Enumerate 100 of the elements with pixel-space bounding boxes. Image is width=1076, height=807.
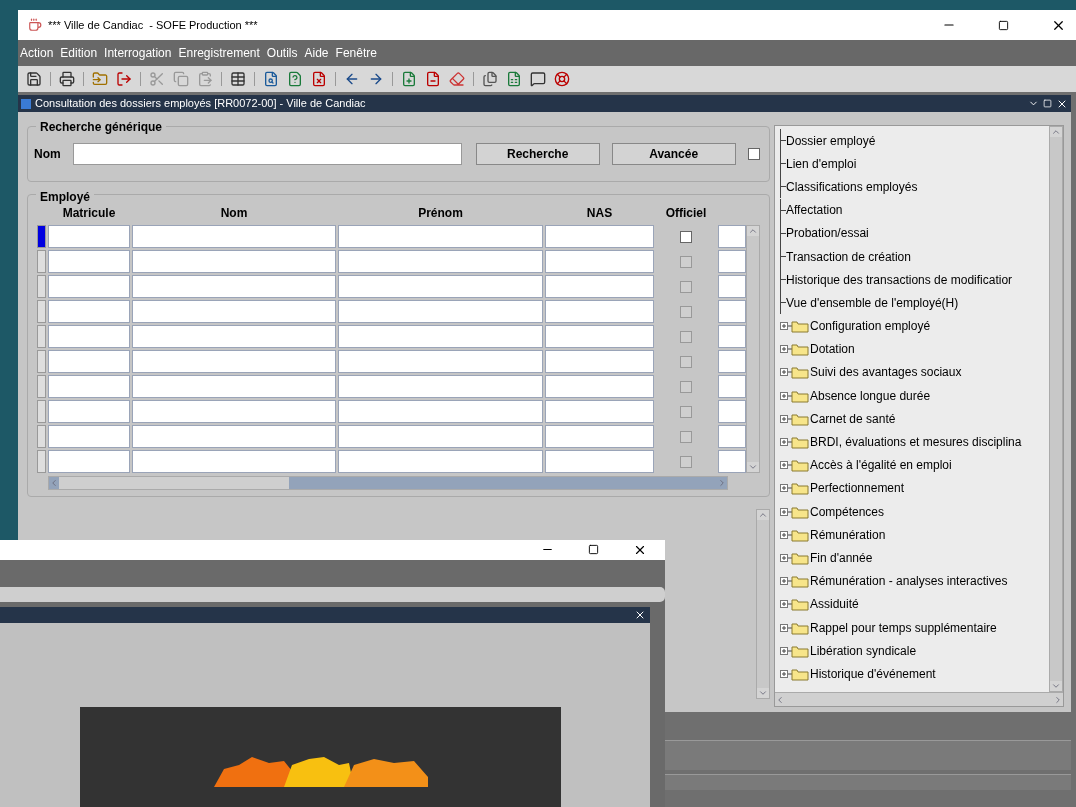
table-cell-input[interactable] [718,300,746,323]
tree-item[interactable]: Carnet de santé [810,409,896,428]
scroll-right-icon[interactable] [717,478,727,488]
eraser-icon[interactable] [447,69,467,89]
menu-item[interactable]: Outils [266,44,298,62]
expand-folder-icon[interactable] [780,388,810,403]
table-cell-input[interactable] [48,375,130,398]
menu-item[interactable]: Action [20,44,54,62]
tree-item[interactable]: Affectation [786,201,843,220]
table-cell-input[interactable] [545,375,654,398]
table-cell-input[interactable] [718,450,746,473]
scroll-up-icon[interactable] [748,226,758,236]
name-input[interactable] [72,143,462,165]
table-cell-input[interactable] [48,250,130,273]
table-cell-input[interactable] [132,450,336,473]
expand-folder-icon[interactable] [780,527,810,542]
table-cell-input[interactable] [718,225,746,248]
table-cell-input[interactable] [132,275,336,298]
scroll-left-icon[interactable] [49,478,59,488]
expand-folder-icon[interactable] [780,620,810,635]
checkbox[interactable] [680,230,692,243]
table-cell-input[interactable] [718,350,746,373]
table-cell-input[interactable] [132,250,336,273]
expand-folder-icon[interactable] [780,643,810,658]
tree-item[interactable]: Suivi des avantages sociaux [810,363,962,382]
save-icon[interactable] [24,69,44,89]
expand-folder-icon[interactable] [780,365,810,380]
expand-folder-icon[interactable] [780,411,810,426]
table-cell-input[interactable] [48,325,130,348]
table-cell-input[interactable] [132,300,336,323]
tree-item[interactable]: Dotation [810,340,855,359]
expand-folder-icon[interactable] [780,481,810,496]
scroll-thumb[interactable] [59,477,289,489]
expand-folder-icon[interactable] [780,597,810,612]
horizontal-scrollbar[interactable] [48,476,728,490]
table-cell-input[interactable] [48,350,130,373]
table-cell-input[interactable] [48,225,130,248]
expand-folder-icon[interactable] [780,458,810,473]
table-cell-input[interactable] [545,350,654,373]
table-cell-input[interactable] [48,425,130,448]
scroll-down-icon[interactable] [1051,681,1061,691]
table-cell-input[interactable] [338,375,543,398]
scroll-up-icon[interactable] [758,510,768,520]
table-cell-input[interactable] [718,400,746,423]
vertical-scrollbar[interactable] [756,509,770,699]
search-button[interactable]: Recherche [475,143,600,165]
tree-item[interactable]: Dossier employé [786,131,876,150]
table-cell-input[interactable] [132,425,336,448]
table-cell-input[interactable] [545,450,654,473]
scroll-right-icon[interactable] [1053,694,1063,705]
table-cell-input[interactable] [338,450,543,473]
table-cell-input[interactable] [338,400,543,423]
maximize-icon[interactable] [998,19,1009,31]
advanced-button[interactable]: Avancée [611,143,736,165]
table-cell-input[interactable] [48,400,130,423]
close-icon[interactable] [634,609,646,621]
tree-item[interactable]: Historique d'événement [810,664,936,683]
table-cell-input[interactable] [718,325,746,348]
table-cell-input[interactable] [338,300,543,323]
tree-item[interactable]: Transaction de création [786,247,911,266]
tree-item[interactable]: Historique des transactions de modificatior [786,270,1013,289]
expand-folder-icon[interactable] [780,666,810,681]
table-cell-input[interactable] [718,250,746,273]
tree-item[interactable]: Lien d'emploi [786,154,857,173]
table-icon[interactable] [228,69,248,89]
copy-icon[interactable] [171,69,191,89]
expand-folder-icon[interactable] [780,504,810,519]
table-cell-input[interactable] [132,400,336,423]
expand-folder-icon[interactable] [780,319,810,334]
documents-icon[interactable] [480,69,500,89]
table-cell-input[interactable] [545,225,654,248]
table-cell-input[interactable] [132,375,336,398]
scroll-left-icon[interactable] [775,694,785,705]
table-cell-input[interactable] [545,425,654,448]
tree-item[interactable]: Classifications employés [786,177,918,196]
maximize-icon[interactable] [588,544,599,556]
expand-folder-icon[interactable] [780,342,810,357]
tree-item[interactable]: Probation/essai [786,224,869,243]
table-cell-input[interactable] [545,300,654,323]
tree-item[interactable]: Vue d'ensemble de l'employé(H) [786,293,959,312]
table-cell-input[interactable] [718,275,746,298]
menu-item[interactable]: Fenêtre [335,44,377,62]
vertical-scrollbar[interactable] [1049,126,1063,692]
tree-item[interactable]: Fin d'année [810,548,873,567]
table-cell-input[interactable] [132,225,336,248]
record-indicator[interactable] [37,225,46,248]
table-cell-input[interactable] [338,275,543,298]
table-cell-input[interactable] [132,325,336,348]
horizontal-scrollbar[interactable] [775,692,1063,706]
table-cell-input[interactable] [718,375,746,398]
menu-item[interactable]: Edition [60,44,98,62]
checkbox[interactable] [747,148,760,160]
vertical-scrollbar[interactable] [746,225,760,473]
tree-item[interactable]: Assiduité [810,595,859,614]
menu-item[interactable]: Enregistrement [178,44,260,62]
lifebuoy-icon[interactable] [552,69,572,89]
table-cell-input[interactable] [545,400,654,423]
table-cell-input[interactable] [338,425,543,448]
tree-item[interactable]: BRDI, évaluations et mesures disciplina [810,433,1022,452]
tree-item[interactable]: Perfectionnement [810,479,905,498]
